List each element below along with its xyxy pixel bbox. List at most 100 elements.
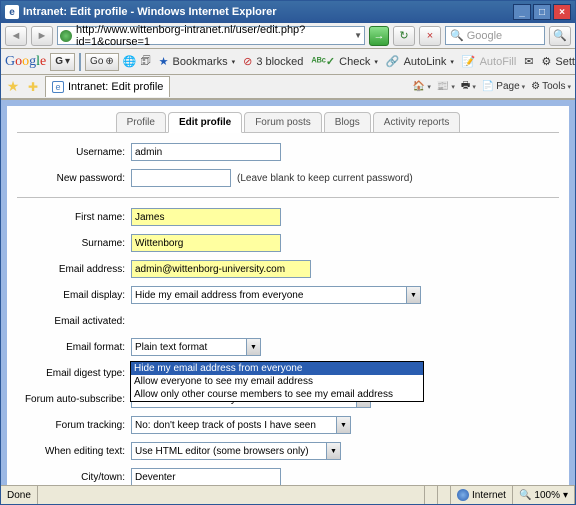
tab-bar: ★ ✚ e Intranet: Edit profile 🏠▾ 📰▾ 🖶▾ 📄P…: [1, 75, 575, 99]
google-toolbar: Google G▾ Go ⊕ 🌐 🗊 ★ Bookmarks▾ ⊘ 3 bloc…: [1, 49, 575, 75]
maximize-button[interactable]: □: [533, 4, 551, 20]
label-email-activated: Email activated:: [17, 316, 131, 327]
email-input[interactable]: [131, 260, 311, 278]
label-email-display: Email display:: [17, 290, 131, 301]
city-input[interactable]: [131, 468, 281, 485]
status-done: Done: [1, 486, 38, 504]
add-favorites-button[interactable]: ✚: [25, 79, 41, 95]
google-menu-button[interactable]: G▾: [50, 53, 75, 71]
back-button[interactable]: ◄: [5, 26, 27, 46]
tracking-select[interactable]: No: don't keep track of posts I have see…: [131, 416, 351, 434]
spellcheck-icon: ᴬᴮᶜ✓: [311, 55, 335, 68]
globe-icon: [60, 30, 72, 42]
ie-icon: e: [5, 5, 19, 19]
navigation-toolbar: ◄ ► http://www.wittenborg-intranet.nl/us…: [1, 23, 575, 49]
autolink-button[interactable]: AutoLink: [404, 56, 447, 68]
tab-forum-posts[interactable]: Forum posts: [244, 112, 322, 133]
browser-tab[interactable]: e Intranet: Edit profile: [45, 76, 170, 97]
autofill-icon: 📝: [462, 55, 476, 68]
dropdown-arrow-icon: ▼: [326, 443, 340, 459]
blocked-count[interactable]: 3 blocked: [256, 56, 303, 68]
label-surname: Surname:: [17, 238, 131, 249]
profile-panel: Profile Edit profile Forum posts Blogs A…: [7, 106, 569, 485]
label-new-password: New password:: [17, 173, 131, 184]
window-title: Intranet: Edit profile - Windows Interne…: [23, 6, 277, 18]
check-button[interactable]: Check: [339, 56, 370, 68]
go-button[interactable]: →: [369, 26, 389, 46]
label-city: City/town:: [17, 472, 131, 483]
favorites-center-button[interactable]: ★: [5, 79, 21, 95]
stop-button[interactable]: ×: [419, 26, 441, 46]
close-button[interactable]: ×: [553, 4, 571, 20]
address-bar[interactable]: http://www.wittenborg-intranet.nl/user/e…: [57, 26, 365, 45]
email-display-select[interactable]: Hide my email address from everyone▼: [131, 286, 421, 304]
search-box[interactable]: 🔍Google: [445, 26, 545, 45]
dropdown-arrow-icon: ▼: [246, 339, 260, 355]
google-search-input[interactable]: [79, 53, 81, 71]
label-editing-text: When editing text:: [17, 446, 131, 457]
address-dropdown-icon[interactable]: ▼: [354, 31, 362, 40]
status-bar: Done Internet 🔍 100% ▾: [1, 485, 575, 504]
email-display-dropdown-list: Hide my email address from everyone Allo…: [130, 361, 424, 402]
url-text: http://www.wittenborg-intranet.nl/user/e…: [76, 24, 348, 48]
print-button[interactable]: 🖶▾: [461, 78, 476, 95]
editing-text-select[interactable]: Use HTML editor (some browsers only)▼: [131, 442, 341, 460]
tab-title: Intranet: Edit profile: [68, 81, 163, 93]
label-username: Username:: [17, 147, 131, 158]
status-cell: [425, 486, 438, 504]
toolbar-icon[interactable]: 🗊: [140, 52, 150, 71]
search-placeholder: Google: [467, 30, 502, 42]
content-area: Profile Edit profile Forum posts Blogs A…: [1, 99, 575, 485]
label-digest-type: Email digest type:: [17, 368, 131, 379]
zoom-level[interactable]: 🔍 100% ▾: [513, 486, 575, 504]
feeds-button[interactable]: 📰▾: [437, 81, 455, 92]
bookmarks-icon: ★: [159, 55, 169, 68]
tab-blogs[interactable]: Blogs: [324, 112, 371, 133]
username-input[interactable]: [131, 143, 281, 161]
new-password-input[interactable]: [131, 169, 231, 187]
label-tracking: Forum tracking:: [17, 420, 131, 431]
dropdown-arrow-icon: ▼: [336, 417, 350, 433]
search-go-button[interactable]: 🔍: [549, 26, 571, 46]
label-email-format: Email format:: [17, 342, 131, 353]
status-cell: [412, 486, 425, 504]
dropdown-arrow-icon: ▼: [406, 287, 420, 303]
security-zone[interactable]: Internet: [451, 486, 513, 504]
tab-edit-profile[interactable]: Edit profile: [168, 112, 242, 133]
dropdown-option[interactable]: Allow only other course members to see m…: [131, 388, 423, 401]
profile-tabs: Profile Edit profile Forum posts Blogs A…: [17, 106, 559, 133]
home-button[interactable]: 🏠▾: [413, 81, 431, 92]
google-logo: Google: [5, 54, 46, 70]
settings-button[interactable]: Settings: [555, 56, 575, 68]
tab-ie-icon: e: [52, 81, 64, 93]
password-hint: (Leave blank to keep current password): [237, 173, 413, 184]
label-email: Email address:: [17, 264, 131, 275]
autofill-button[interactable]: AutoFill: [480, 56, 517, 68]
label-auto-subscribe: Forum auto-subscribe:: [17, 394, 131, 405]
dropdown-option[interactable]: Hide my email address from everyone: [131, 362, 423, 375]
status-cell: [438, 486, 451, 504]
refresh-button[interactable]: ↻: [393, 26, 415, 46]
label-first-name: First name:: [17, 212, 131, 223]
browser-window: e Intranet: Edit profile - Windows Inter…: [0, 0, 576, 505]
toolbar-icon[interactable]: 🌐: [123, 55, 137, 68]
send-icon[interactable]: ✉: [524, 55, 533, 68]
dropdown-option[interactable]: Allow everyone to see my email address: [131, 375, 423, 388]
popup-blocked-icon: ⊘: [243, 55, 252, 68]
minimize-button[interactable]: _: [513, 4, 531, 20]
forward-button[interactable]: ►: [31, 26, 53, 46]
page-menu[interactable]: 📄Page▾: [482, 81, 525, 92]
tab-profile[interactable]: Profile: [116, 112, 166, 133]
globe-icon: [457, 489, 469, 501]
first-name-input[interactable]: [131, 208, 281, 226]
autolink-icon: 🔗: [386, 55, 400, 68]
title-bar: e Intranet: Edit profile - Windows Inter…: [1, 1, 575, 23]
bookmarks-button[interactable]: Bookmarks: [173, 56, 228, 68]
email-format-select[interactable]: Plain text format▼: [131, 338, 261, 356]
settings-icon: ⚙: [542, 55, 552, 68]
google-go-button[interactable]: Go ⊕: [85, 53, 119, 71]
surname-input[interactable]: [131, 234, 281, 252]
tab-activity-reports[interactable]: Activity reports: [373, 112, 461, 133]
page-viewport[interactable]: Profile Edit profile Forum posts Blogs A…: [1, 100, 575, 485]
tools-menu[interactable]: ⚙Tools▾: [531, 81, 571, 92]
